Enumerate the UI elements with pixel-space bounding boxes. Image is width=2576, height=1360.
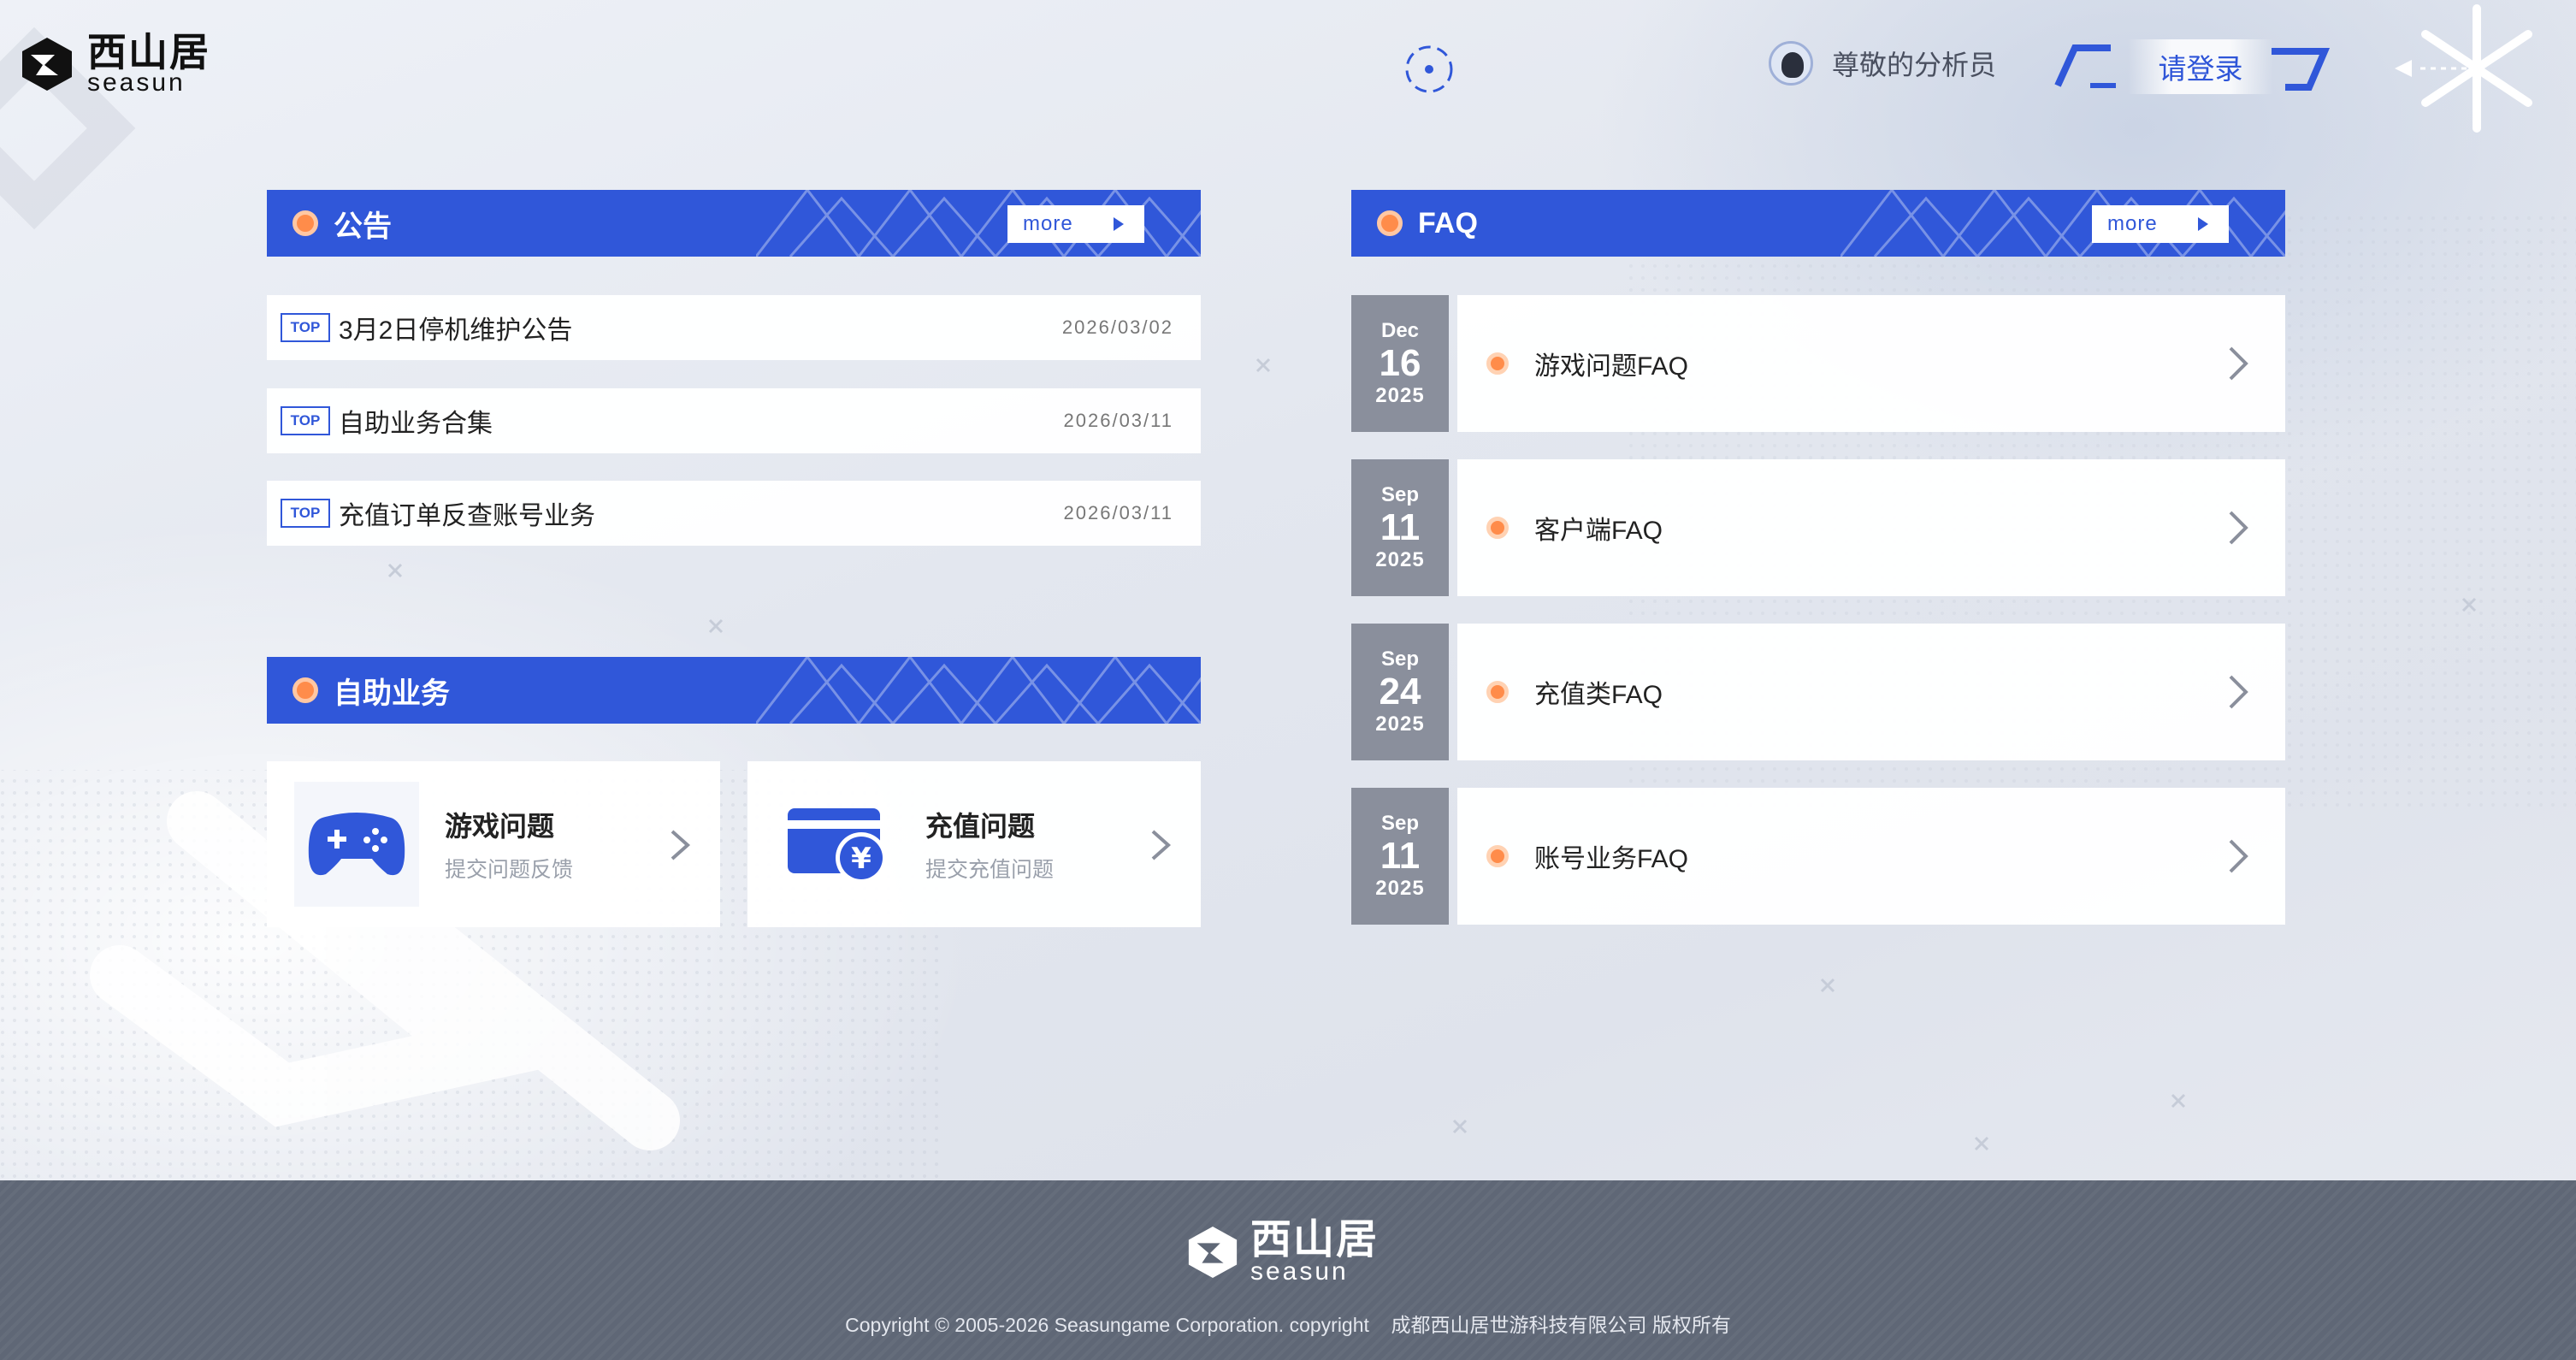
date-tile: Sep 24 2025 <box>1351 624 1449 760</box>
date-tile: Sep 11 2025 <box>1351 459 1449 596</box>
chevron-right-icon <box>671 830 691 860</box>
footer-logo[interactable]: 西山居 seasun <box>1185 1220 1379 1285</box>
login-bracket-left-icon <box>2054 44 2116 88</box>
play-arrow-icon <box>1114 217 1124 231</box>
faq-more-button[interactable]: more <box>2092 205 2229 243</box>
header-pattern-decoration <box>756 657 1201 724</box>
chevron-right-icon <box>2229 346 2248 381</box>
logo-cn-text: 西山居 <box>87 30 210 74</box>
faq-header: FAQ more <box>1351 190 2285 257</box>
notices-header: 公告 more <box>267 190 1201 257</box>
site-logo[interactable]: 西山居 seasun <box>19 33 210 96</box>
notices-title: 公告 <box>334 210 392 243</box>
date-year: 2025 <box>1375 877 1425 900</box>
faq-item[interactable]: Sep 24 2025 充值类FAQ <box>1351 624 2285 760</box>
game-issue-card[interactable]: 游戏问题 提交问题反馈 <box>267 761 720 927</box>
date-year: 2025 <box>1375 713 1425 736</box>
payment-card-icon: ¥ <box>775 782 900 907</box>
gamepad-icon <box>294 782 419 907</box>
user-name: 尊敬的分析员 <box>1832 50 1997 80</box>
top-tag: TOP <box>281 499 330 528</box>
date-year: 2025 <box>1375 548 1425 571</box>
play-arrow-icon <box>2198 217 2208 231</box>
notice-title: 自助业务合集 <box>339 410 493 438</box>
login-bracket-right-icon <box>2272 48 2331 91</box>
date-day: 16 <box>1379 342 1421 384</box>
chevron-right-icon <box>1151 830 1172 860</box>
card-subtitle: 提交问题反馈 <box>445 858 574 882</box>
date-day: 11 <box>1380 835 1421 877</box>
faq-item-title: 客户端FAQ <box>1534 517 1663 545</box>
top-tag: TOP <box>281 313 330 342</box>
date-month: Sep <box>1380 483 1419 506</box>
faq-item[interactable]: Sep 11 2025 客户端FAQ <box>1351 459 2285 596</box>
payment-issue-card[interactable]: ¥ 充值问题 提交充值问题 <box>747 761 1201 927</box>
notice-date: 2026/03/11 <box>1063 502 1173 523</box>
chevron-right-icon <box>2229 511 2248 545</box>
notice-item[interactable]: TOP 3月2日停机维护公告 2026/03/02 <box>267 295 1201 360</box>
chevron-right-icon <box>2229 675 2248 709</box>
faq-dot-icon <box>1486 517 1509 539</box>
faq-item[interactable]: Sep 11 2025 账号业务FAQ <box>1351 788 2285 925</box>
notice-title: 3月2日停机维护公告 <box>339 316 573 345</box>
chevron-right-icon <box>2229 839 2248 873</box>
date-month: Sep <box>1380 812 1419 835</box>
snowflake-decoration-icon <box>2395 4 2532 133</box>
date-year: 2025 <box>1375 384 1425 407</box>
card-title: 充值问题 <box>925 811 1036 842</box>
date-day: 24 <box>1379 671 1421 713</box>
notice-date: 2026/03/11 <box>1063 410 1173 431</box>
avatar[interactable] <box>1769 41 1813 86</box>
section-dot-icon <box>292 677 318 703</box>
notice-title: 充值订单反查账号业务 <box>339 502 595 530</box>
faq-item-title: 游戏问题FAQ <box>1534 352 1689 381</box>
footer: 西山居 seasun Copyright © 2005-2026 Seasung… <box>0 1180 2576 1360</box>
logo-cn-text: 西山居 <box>1250 1217 1380 1262</box>
more-label: more <box>1023 212 1073 235</box>
faq-item-title: 充值类FAQ <box>1534 681 1663 709</box>
faq-dot-icon <box>1486 352 1509 375</box>
copyright-text: Copyright © 2005-2026 Seasungame Corpora… <box>845 1314 1731 1336</box>
user-info[interactable]: 尊敬的分析员 <box>1769 41 1996 86</box>
more-label: more <box>2107 212 2158 235</box>
self-service-title: 自助业务 <box>334 677 450 710</box>
date-tile: Dec 16 2025 <box>1351 295 1449 432</box>
notice-date: 2026/03/02 <box>1061 316 1173 338</box>
faq-title: FAQ <box>1418 206 1478 239</box>
card-subtitle: 提交充值问题 <box>925 858 1055 882</box>
logo-en-text: seasun <box>87 68 186 97</box>
faq-item[interactable]: Dec 16 2025 游戏问题FAQ <box>1351 295 2285 432</box>
date-day: 11 <box>1380 506 1421 548</box>
logo-en-text: seasun <box>1250 1257 1349 1286</box>
faq-dot-icon <box>1486 681 1509 703</box>
date-tile: Sep 11 2025 <box>1351 788 1449 925</box>
self-service-header: 自助业务 <box>267 657 1201 724</box>
faq-dot-icon <box>1486 845 1509 867</box>
notice-item[interactable]: TOP 自助业务合集 2026/03/11 <box>267 388 1201 453</box>
login-area: 请登录 <box>2051 34 2335 99</box>
seasun-logo-icon <box>22 38 72 91</box>
login-button[interactable]: 请登录 <box>2128 39 2273 94</box>
svg-text:¥: ¥ <box>851 842 871 876</box>
section-dot-icon <box>1377 210 1403 236</box>
section-dot-icon <box>292 210 318 236</box>
date-month: Sep <box>1380 647 1419 671</box>
crosshair-icon[interactable] <box>1403 43 1456 96</box>
date-month: Dec <box>1380 319 1420 342</box>
notices-more-button[interactable]: more <box>1007 205 1144 243</box>
notice-item[interactable]: TOP 充值订单反查账号业务 2026/03/11 <box>267 481 1201 546</box>
card-title: 游戏问题 <box>445 811 555 842</box>
seasun-logo-icon <box>1188 1226 1238 1279</box>
top-tag: TOP <box>281 406 330 435</box>
faq-item-title: 账号业务FAQ <box>1534 845 1689 873</box>
